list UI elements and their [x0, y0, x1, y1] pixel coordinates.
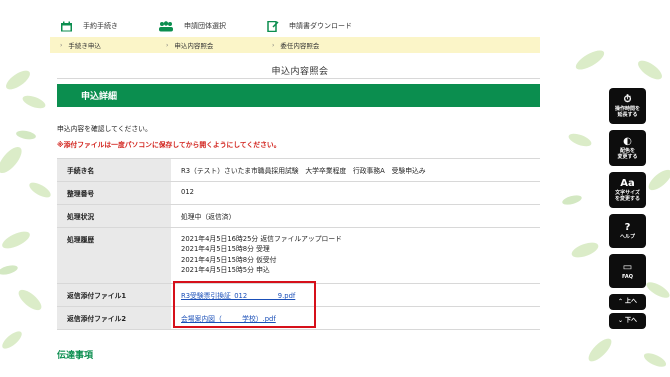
scroll-up-button[interactable]: ⌃ 上へ — [609, 294, 646, 310]
breadcrumb: › 手続き申込 › 申込内容照会 › 委任内容照会 — [50, 37, 540, 53]
chevron-down-icon: ⌄ — [617, 316, 623, 324]
breadcrumb-item[interactable]: › 申込内容照会 — [156, 40, 262, 51]
procedure-value: R3（テスト）さいたま市職員採用試験 大学卒業程度 行政事務A 受験申込み — [171, 158, 540, 182]
calendar-icon — [60, 21, 73, 32]
notice-section-title: 伝達事項 — [57, 351, 94, 361]
font-size-label-2: を変更する — [614, 196, 640, 202]
nav-group-select[interactable]: 申請団体選択 — [158, 20, 226, 32]
scroll-up-label: 上へ — [625, 297, 638, 305]
attachment-warning: ※添付ファイルは一度パソコンに保存してから開くようにしてください。 — [57, 141, 281, 149]
nav-group-select-label: 申請団体選択 — [184, 22, 226, 30]
color-scheme-label-2: 変更する — [617, 154, 638, 160]
palette-icon: ◐ — [623, 135, 632, 147]
procedure-label: 手続き名 — [57, 158, 171, 182]
history-entry: 2021年4月5日15時8分 仮受付 — [181, 255, 277, 264]
history-label: 処理履歴 — [57, 227, 171, 284]
history-list: 2021年4月5日16時25分 返信ファイルアップロード 2021年4月5日15… — [171, 227, 540, 284]
page-title: 申込内容照会 — [271, 67, 329, 77]
history-entry: 2021年4月5日16時25分 返信ファイルアップロード — [181, 235, 342, 243]
chevron-right-icon: › — [272, 41, 275, 49]
leaf-decoration-left — [0, 70, 51, 349]
help-label: ヘルプ — [619, 233, 635, 240]
table-row: 整理番号 012 — [57, 181, 540, 205]
clock-icon: ⏱ — [623, 93, 632, 105]
number-label: 整理番号 — [57, 181, 171, 205]
table-row: 処理履歴 2021年4月5日16時25分 返信ファイルアップロード 2021年4… — [57, 227, 540, 284]
nav-form-download-label: 申請書ダウンロード — [289, 22, 352, 30]
font-size-button[interactable]: Aa 文字サイズ を変更する — [609, 172, 646, 208]
color-scheme-button[interactable]: ◐ 配色を 変更する — [609, 130, 646, 166]
font-size-icon: Aa — [620, 177, 635, 189]
side-toolbar: ⏱ 操作時間を 延長する ◐ 配色を 変更する Aa 文字サイズ を変更する ?… — [609, 88, 646, 335]
group-icon — [158, 20, 174, 32]
breadcrumb-item[interactable]: › 手続き申込 — [50, 40, 156, 51]
table-row: 手続き名 R3（テスト）さいたま市職員採用試験 大学卒業程度 行政事務A 受験申… — [57, 158, 540, 182]
history-entry: 2021年4月5日15時8分 受理 — [181, 245, 270, 254]
breadcrumb-label: 手続き申込 — [68, 42, 101, 50]
nav-reservation[interactable]: 手約手続き — [60, 21, 118, 32]
help-icon: ? — [624, 221, 631, 233]
chat-icon: ▭ — [622, 261, 633, 273]
history-entry: 2021年4月5日15時5分 申込 — [181, 266, 270, 275]
file2-label: 返信添付ファイル2 — [57, 306, 171, 330]
chevron-up-icon: ⌃ — [617, 297, 623, 305]
file1-label: 返信添付ファイル1 — [57, 283, 171, 307]
status-value: 処理中（返信済） — [171, 204, 540, 228]
scroll-down-label: 下へ — [625, 316, 638, 324]
table-row: 処理状況 処理中（返信済） — [57, 204, 540, 228]
chevron-right-icon: › — [166, 41, 169, 49]
breadcrumb-label: 申込内容照会 — [174, 42, 214, 50]
intro-text: 申込内容を確認してください。 — [57, 125, 152, 133]
breadcrumb-item[interactable]: › 委任内容照会 — [262, 40, 368, 51]
document-icon — [266, 20, 279, 32]
help-button[interactable]: ? ヘルプ — [609, 214, 646, 248]
title-divider — [57, 78, 540, 79]
breadcrumb-label: 委任内容照会 — [280, 42, 320, 50]
nav-reservation-label: 手約手続き — [83, 22, 118, 30]
faq-label: FAQ — [622, 273, 633, 280]
number-value: 012 — [171, 181, 540, 205]
section-header: 申込詳細 — [57, 84, 540, 107]
status-label: 処理状況 — [57, 204, 171, 228]
highlight-box — [173, 281, 316, 328]
top-navigation: 手約手続き 申請団体選択 申請書ダウンロード — [60, 16, 620, 36]
chevron-right-icon: › — [60, 41, 63, 49]
extend-time-button[interactable]: ⏱ 操作時間を 延長する — [609, 88, 646, 124]
faq-button[interactable]: ▭ FAQ — [609, 254, 646, 288]
extend-time-label-2: 延長する — [617, 112, 638, 118]
scroll-down-button[interactable]: ⌄ 下へ — [609, 313, 646, 329]
nav-form-download[interactable]: 申請書ダウンロード — [266, 20, 352, 32]
